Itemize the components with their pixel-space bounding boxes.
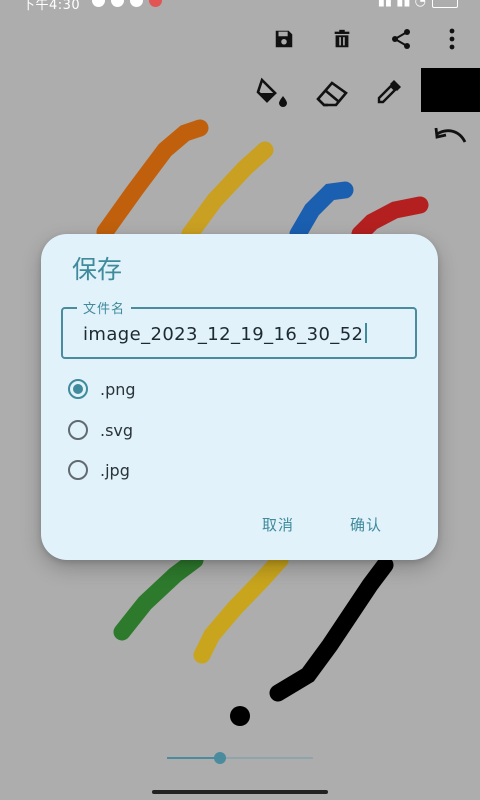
filename-label: 文件名 bbox=[77, 298, 132, 317]
format-option-svg[interactable]: .svg bbox=[68, 416, 133, 444]
filename-input[interactable]: image_2023_12_19_16_30_52 bbox=[83, 323, 367, 345]
format-label-svg: .svg bbox=[100, 420, 134, 440]
format-option-jpg[interactable]: .jpg bbox=[68, 456, 130, 484]
filename-field[interactable]: 文件名 image_2023_12_19_16_30_52 bbox=[61, 298, 417, 359]
red-stroke bbox=[351, 196, 429, 243]
cancel-button[interactable]: 取消 bbox=[262, 514, 294, 535]
black-stroke bbox=[269, 556, 394, 702]
eyedropper-icon[interactable] bbox=[371, 74, 407, 110]
blue-stroke bbox=[289, 181, 354, 243]
brush-size-slider[interactable] bbox=[167, 757, 313, 759]
share-icon[interactable] bbox=[383, 21, 419, 57]
green-stroke bbox=[113, 551, 204, 641]
save-icon[interactable] bbox=[266, 21, 302, 57]
radio-png[interactable] bbox=[68, 379, 88, 399]
confirm-button[interactable]: 确认 bbox=[350, 514, 382, 535]
undo-icon[interactable] bbox=[432, 119, 468, 155]
gold-stroke bbox=[193, 551, 289, 664]
orange-stroke bbox=[96, 119, 209, 241]
more-icon[interactable] bbox=[434, 21, 470, 57]
status-time: 下午4:30 bbox=[22, 0, 81, 13]
fill-icon[interactable] bbox=[255, 74, 291, 110]
radio-jpg[interactable] bbox=[68, 460, 88, 480]
filename-value: image_2023_12_19_16_30_52 bbox=[83, 324, 364, 345]
eraser-icon[interactable] bbox=[314, 74, 350, 110]
format-label-png: .png bbox=[100, 379, 136, 399]
format-label-jpg: .jpg bbox=[100, 460, 130, 480]
gesture-nav-bar[interactable] bbox=[152, 790, 328, 794]
color-swatch[interactable] bbox=[421, 68, 480, 112]
status-bar: 下午4:30 ▮▮ ▮▮ ◔ bbox=[0, 0, 480, 18]
yellow-stroke bbox=[181, 141, 274, 243]
notification-icons bbox=[92, 0, 168, 11]
delete-icon[interactable] bbox=[324, 21, 360, 57]
black-dot bbox=[230, 706, 250, 726]
format-option-png[interactable]: .png bbox=[68, 375, 136, 403]
save-dialog: 保存 文件名 image_2023_12_19_16_30_52 .png .s… bbox=[41, 234, 438, 560]
slider-fill bbox=[167, 757, 220, 759]
radio-svg[interactable] bbox=[68, 420, 88, 440]
system-icons: ▮▮ ▮▮ ◔ bbox=[378, 0, 458, 9]
slider-thumb[interactable] bbox=[213, 752, 226, 764]
dialog-title: 保存 bbox=[72, 255, 123, 284]
text-caret bbox=[365, 323, 367, 343]
